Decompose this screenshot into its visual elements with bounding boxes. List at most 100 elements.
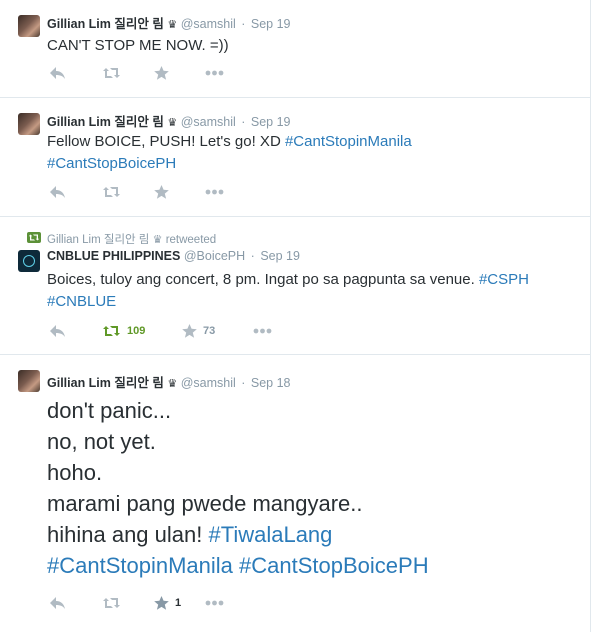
user-name[interactable]: Gillian Lim 질리안 림 xyxy=(47,115,164,129)
reply-icon xyxy=(50,597,65,609)
tweet[interactable]: Gillian Lim 질리안 림 ♛ @samshil · Sep 19 CA… xyxy=(0,0,590,98)
tweet-header: CNBLUE PHILIPPINES @BoicePH · Sep 19 xyxy=(47,249,300,263)
retweet-button[interactable] xyxy=(102,184,121,200)
tweet-header: Gillian Lim 질리안 림 ♛ @samshil · Sep 19 xyxy=(47,111,291,130)
tweet-line: CAN'T STOP ME NOW. =)) xyxy=(47,35,229,57)
hashtag-link[interactable]: #CantStopBoicePH xyxy=(239,553,429,578)
hashtag-link[interactable]: #TiwalaLang xyxy=(208,522,332,547)
tweet-line: Boices, tuloy ang concert, 8 pm. Ingat p… xyxy=(47,269,529,291)
star-icon xyxy=(154,596,169,610)
avatar[interactable] xyxy=(18,113,40,135)
tweet-text-span: Fellow BOICE, PUSH! Let's go! XD xyxy=(47,133,285,150)
hashtag-link[interactable]: #CSPH xyxy=(479,271,529,288)
favorite-button[interactable] xyxy=(154,184,169,200)
retweet-icon xyxy=(103,326,120,336)
tweet-header: Gillian Lim 질리안 림 ♛ @samshil · Sep 19 xyxy=(47,13,291,32)
reply-button[interactable] xyxy=(49,323,66,339)
tweet-text: Fellow BOICE, PUSH! Let's go! XD #CantSt… xyxy=(47,131,412,175)
separator-dot: · xyxy=(250,249,255,263)
reply-icon xyxy=(50,325,65,337)
crown-icon: ♛ xyxy=(167,19,178,31)
user-name[interactable]: Gillian Lim 질리안 림 xyxy=(47,376,164,390)
retweet-count: 109 xyxy=(127,325,146,337)
favorite-count: 1 xyxy=(175,597,182,609)
avatar[interactable] xyxy=(18,370,40,392)
tweet-line: #CantStopinManila #CantStopBoicePH xyxy=(47,550,429,581)
tweet-text: CAN'T STOP ME NOW. =)) xyxy=(47,35,229,57)
tweet-line: Fellow BOICE, PUSH! Let's go! XD #CantSt… xyxy=(47,131,412,153)
crown-icon: ♛ xyxy=(167,378,178,390)
tweet-text-span: no, not yet. xyxy=(47,429,156,454)
retweeter-name[interactable]: Gillian Lim 질리안 림 xyxy=(47,234,149,246)
reply-button[interactable] xyxy=(49,595,66,611)
user-handle[interactable]: @samshil xyxy=(181,376,236,390)
retweet-button[interactable] xyxy=(102,65,121,81)
tweet-date[interactable]: Sep 19 xyxy=(251,115,291,129)
hashtag-link[interactable]: #CantStopinManila xyxy=(47,553,233,578)
favorite-count: 73 xyxy=(203,325,216,337)
more-icon xyxy=(253,328,272,334)
user-handle[interactable]: @samshil xyxy=(181,17,236,31)
favorite-button[interactable] xyxy=(154,65,169,81)
reply-button[interactable] xyxy=(49,184,66,200)
tweet-text-span: marami pang pwede mangyare.. xyxy=(47,491,363,516)
favorite-button[interactable]: 73 xyxy=(182,323,215,339)
tweet[interactable]: Gillian Lim 질리안 림 ♛ retweeted CNBLUE PHI… xyxy=(0,217,590,355)
tweet-text-span: CAN'T STOP ME NOW. =)) xyxy=(47,37,229,54)
star-icon xyxy=(154,66,169,80)
tweet-date[interactable]: Sep 19 xyxy=(251,17,291,31)
reply-icon xyxy=(50,186,65,198)
tweet-text-span: hoho. xyxy=(47,460,103,485)
user-name[interactable]: CNBLUE PHILIPPINES xyxy=(47,249,180,263)
star-icon xyxy=(154,185,169,199)
retweet-button[interactable]: 109 xyxy=(102,323,145,339)
tweet-text-span: Boices, tuloy ang concert, 8 pm. Ingat p… xyxy=(47,271,479,288)
more-button[interactable] xyxy=(205,65,224,81)
more-button[interactable] xyxy=(205,184,224,200)
separator-dot: · xyxy=(241,17,246,31)
tweet-line: hihina ang ulan! #TiwalaLang xyxy=(47,519,429,550)
tweet-text: Boices, tuloy ang concert, 8 pm. Ingat p… xyxy=(47,269,529,313)
user-handle[interactable]: @samshil xyxy=(181,115,236,129)
more-button[interactable] xyxy=(205,595,224,611)
tweet-text-span: hihina ang ulan! xyxy=(47,522,209,547)
tweet-line: don't panic... xyxy=(47,395,429,426)
user-handle[interactable]: @BoicePH xyxy=(184,249,245,263)
tweet[interactable]: Gillian Lim 질리안 림 ♛ @samshil · Sep 19 Fe… xyxy=(0,98,590,217)
crown-icon: ♛ xyxy=(167,117,178,129)
tweet-text: don't panic... no, not yet. hoho. marami… xyxy=(47,395,429,581)
more-icon xyxy=(205,189,224,195)
more-icon xyxy=(205,600,224,606)
hashtag-link[interactable]: #CNBLUE xyxy=(47,293,116,310)
tweet-line: #CantStopBoicePH xyxy=(47,153,412,175)
tweet-line: marami pang pwede mangyare.. xyxy=(47,488,429,519)
crown-icon: ♛ xyxy=(152,234,163,246)
tweet-date[interactable]: Sep 18 xyxy=(251,376,291,390)
separator-dot: · xyxy=(241,115,246,129)
avatar[interactable] xyxy=(18,15,40,37)
favorite-button[interactable]: 1 xyxy=(154,595,181,611)
reply-icon xyxy=(50,67,65,79)
tweet[interactable]: Gillian Lim 질리안 림 ♛ @samshil · Sep 18 do… xyxy=(0,355,590,632)
tweet-stream: Gillian Lim 질리안 림 ♛ @samshil · Sep 19 CA… xyxy=(0,0,591,632)
reply-button[interactable] xyxy=(49,65,66,81)
tweet-date[interactable]: Sep 19 xyxy=(260,249,300,263)
separator-dot: · xyxy=(241,376,246,390)
retweet-icon xyxy=(103,187,120,197)
user-name[interactable]: Gillian Lim 질리안 림 xyxy=(47,17,164,31)
hashtag-link[interactable]: #CantStopinManila xyxy=(285,133,412,150)
retweet-context-icon xyxy=(27,232,41,243)
more-icon xyxy=(205,70,224,76)
hashtag-link[interactable]: #CantStopBoicePH xyxy=(47,155,176,172)
retweet-button[interactable] xyxy=(102,595,121,611)
retweet-context: Gillian Lim 질리안 림 ♛ retweeted xyxy=(47,231,216,247)
avatar[interactable] xyxy=(18,250,40,272)
tweet-line: hoho. xyxy=(47,457,429,488)
retweeted-label: retweeted xyxy=(165,234,217,246)
tweet-line: #CNBLUE xyxy=(47,291,529,313)
retweet-icon xyxy=(103,68,120,78)
tweet-text-span: don't panic... xyxy=(47,398,172,423)
tweet-line: no, not yet. xyxy=(47,426,429,457)
retweet-icon xyxy=(103,598,120,608)
more-button[interactable] xyxy=(253,323,272,339)
